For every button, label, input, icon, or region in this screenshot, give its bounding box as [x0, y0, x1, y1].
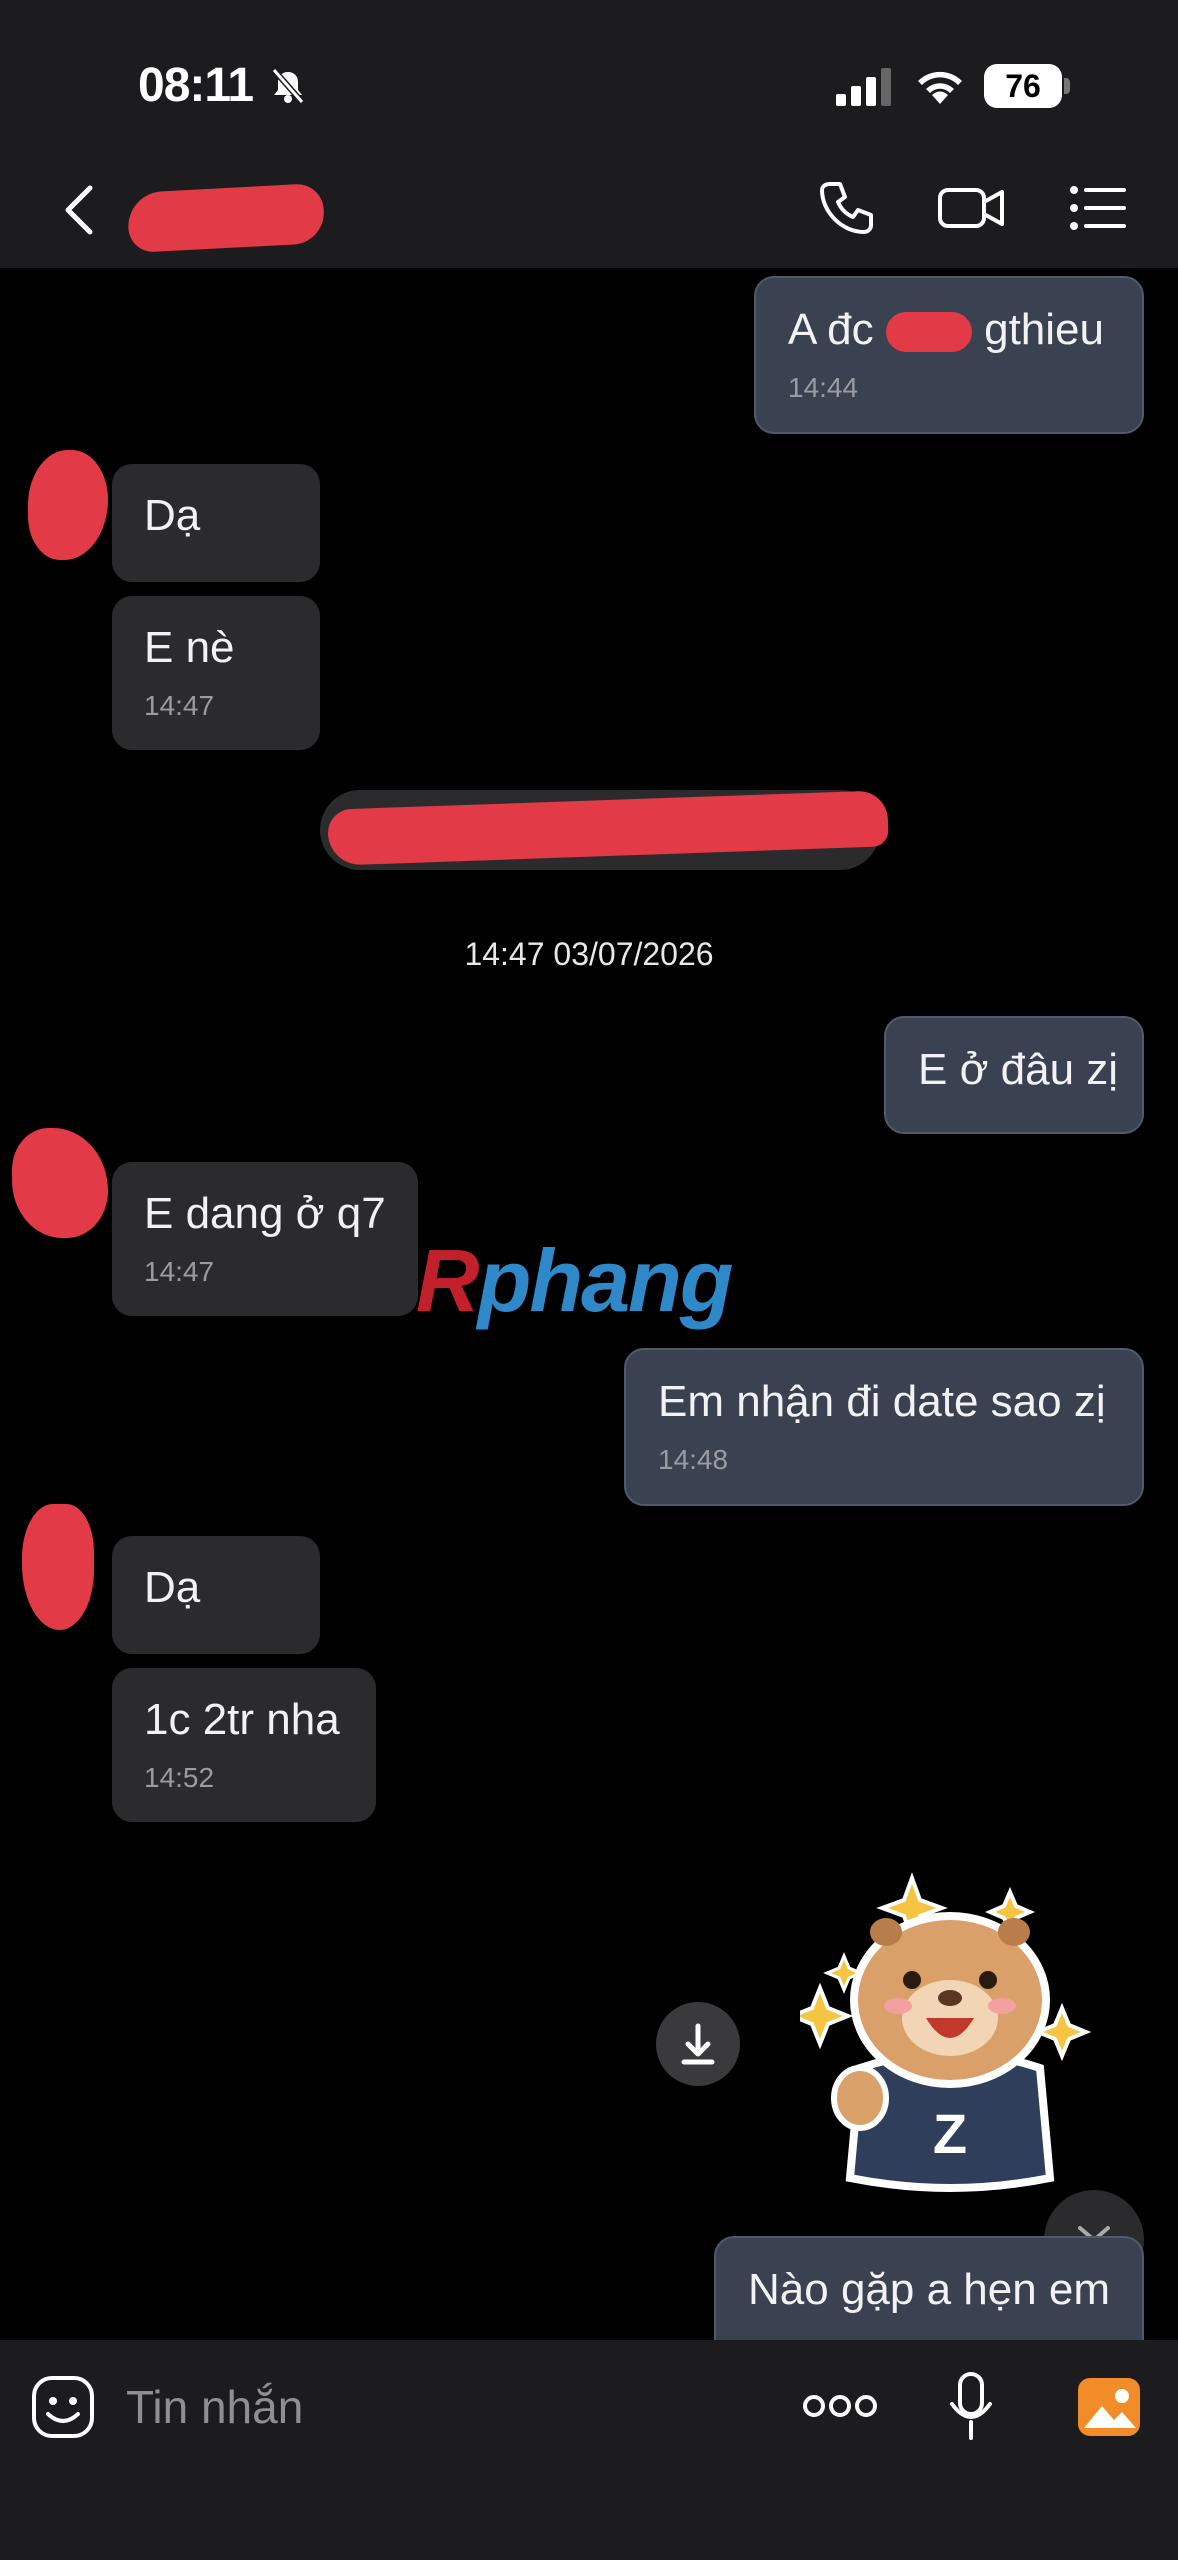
- back-chevron-icon[interactable]: [56, 180, 104, 240]
- redacted-system-notice: [320, 790, 889, 870]
- message-bubble-incoming[interactable]: E dang ở q7 14:47: [112, 1162, 418, 1317]
- wifi-icon: [918, 71, 962, 104]
- battery-percent: 76: [1005, 68, 1041, 104]
- photo-gallery-icon[interactable]: [1076, 2376, 1142, 2438]
- more-options-icon[interactable]: [800, 2384, 880, 2428]
- contact-name[interactable]: [126, 170, 328, 254]
- emoji-sticker-icon[interactable]: [30, 2374, 96, 2440]
- redaction-mark: [327, 790, 889, 866]
- capybara-sticker[interactable]: Z: [800, 1868, 1100, 2198]
- message-bubble-incoming[interactable]: 1c 2tr nha 14:52: [112, 1668, 376, 1823]
- message-bubble-incoming[interactable]: Dạ: [112, 1536, 320, 1654]
- message-bubble-incoming[interactable]: Dạ: [112, 464, 320, 582]
- message-time: 14:47: [144, 690, 215, 722]
- cellular-signal-icon: [836, 68, 891, 106]
- sender-avatar[interactable]: [28, 450, 108, 560]
- message-bubble-incoming[interactable]: E nè 14:47: [112, 596, 320, 751]
- silent-bell-icon: [271, 68, 305, 104]
- date-separator: 14:47 03/07/2026: [464, 936, 714, 972]
- status-bar: 08:11 76: [0, 0, 1178, 150]
- watermark-logo: Rphang: [416, 1231, 734, 1330]
- redaction-mark: [885, 312, 972, 353]
- menu-list-icon[interactable]: [1066, 178, 1130, 238]
- sender-avatar[interactable]: [12, 1128, 108, 1238]
- download-sticker-button[interactable]: [656, 2002, 740, 2086]
- message-time: 14:47: [144, 1256, 215, 1288]
- sender-avatar[interactable]: [22, 1504, 94, 1630]
- microphone-icon[interactable]: [946, 2370, 996, 2444]
- phone-call-icon[interactable]: [816, 178, 880, 238]
- message-bubble-outgoing[interactable]: Nào gặp a hẹn em: [714, 2236, 1144, 2340]
- redaction-mark: [126, 182, 326, 254]
- sticker-letter: Z: [933, 2102, 967, 2165]
- message-list[interactable]: A đc gthieu 14:44 Dạ E nè 14:47 14:47 03…: [0, 268, 1178, 2340]
- message-composer: [0, 2340, 1178, 2560]
- battery-indicator: 76: [984, 64, 1070, 108]
- message-time: 14:48: [658, 1444, 729, 1476]
- chat-header: [0, 150, 1178, 268]
- status-time: 08:11: [138, 59, 254, 112]
- message-input[interactable]: [126, 2370, 766, 2444]
- message-bubble-outgoing[interactable]: E ở đâu zị: [884, 1016, 1144, 1134]
- video-call-icon[interactable]: [936, 178, 1008, 238]
- message-bubble-outgoing[interactable]: Em nhận đi date sao zị 14:48: [624, 1348, 1144, 1507]
- message-bubble-outgoing[interactable]: A đc gthieu 14:44: [754, 276, 1144, 435]
- message-time: 14:52: [144, 1762, 215, 1794]
- download-icon: [681, 2023, 715, 2065]
- message-time: 14:44: [788, 372, 859, 404]
